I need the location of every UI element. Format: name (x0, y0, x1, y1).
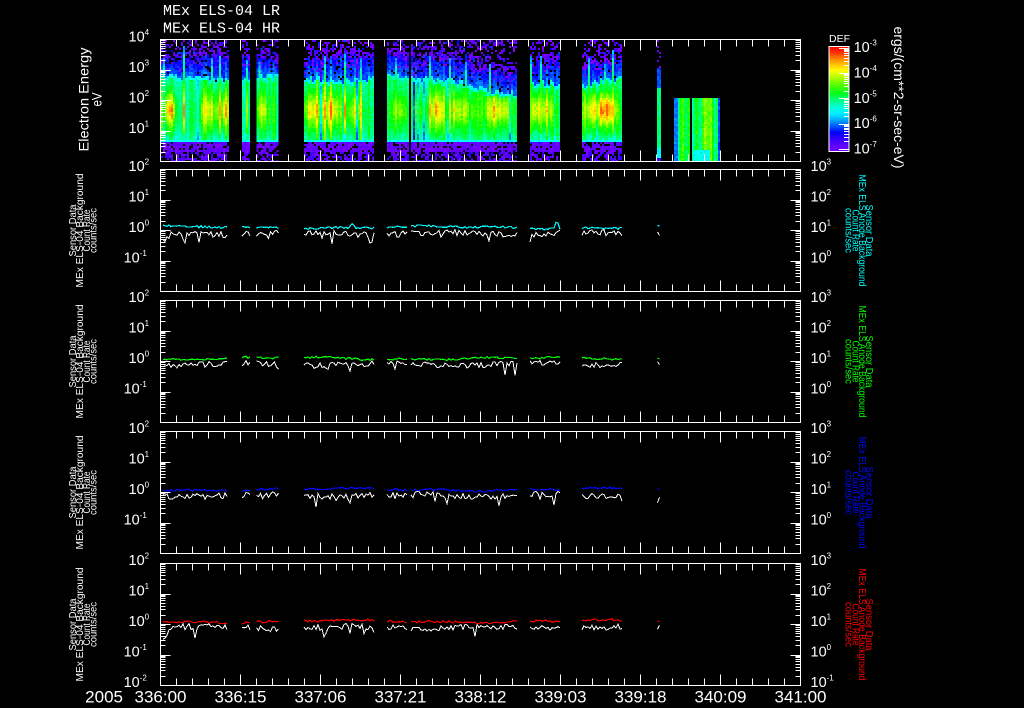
svg-text:counts/sec: counts/sec (843, 208, 854, 253)
svg-text:339:18: 339:18 (615, 688, 667, 707)
svg-text:338:12: 338:12 (455, 688, 507, 707)
svg-text:2005: 2005 (85, 688, 123, 707)
svg-text:counts/sec: counts/sec (843, 470, 854, 515)
svg-text:counts/sec: counts/sec (89, 339, 100, 384)
svg-text:336:00: 336:00 (135, 688, 187, 707)
svg-text:339:03: 339:03 (535, 688, 587, 707)
svg-text:eV: eV (89, 92, 105, 107)
svg-text:MEx ELS-04 HR: MEx ELS-04 HR (163, 21, 280, 38)
svg-text:counts/sec: counts/sec (843, 339, 854, 384)
svg-text:337:06: 337:06 (295, 688, 347, 707)
svg-text:340:09: 340:09 (695, 688, 747, 707)
svg-text:ergs/(cm**2-sr-sec-eV): ergs/(cm**2-sr-sec-eV) (891, 27, 906, 169)
svg-text:counts/sec: counts/sec (89, 470, 100, 515)
svg-text:counts/sec: counts/sec (89, 602, 100, 647)
svg-text:337:21: 337:21 (375, 688, 427, 707)
svg-text:341:00: 341:00 (775, 688, 827, 707)
svg-text:336:15: 336:15 (215, 688, 267, 707)
svg-text:counts/sec: counts/sec (89, 208, 100, 253)
svg-text:counts/sec: counts/sec (843, 602, 854, 647)
svg-text:DEF: DEF (829, 33, 850, 45)
svg-text:MEx ELS-04 LR: MEx ELS-04 LR (163, 3, 280, 20)
